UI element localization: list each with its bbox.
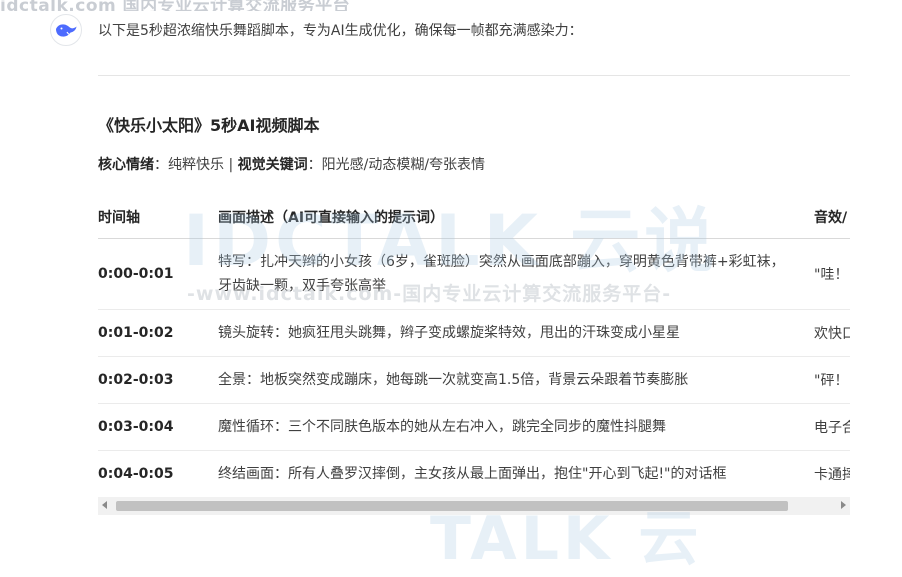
table-row: 0:01-0:02 镜头旋转：她疯狂甩头跳舞，辫子变成螺旋桨特效，甩出的汗珠变成… — [98, 309, 850, 357]
scrollbar-thumb[interactable] — [116, 501, 788, 511]
header-time: 时间轴 — [98, 195, 218, 239]
row-sound: "哇！ — [814, 238, 850, 310]
assistant-avatar — [50, 14, 82, 46]
row-sound: "砰！ — [814, 356, 850, 404]
section-divider — [98, 75, 850, 76]
keywords-label: 视觉关键词 — [237, 157, 308, 173]
row-sound: 电子合 — [814, 403, 850, 451]
row-description: 魔性循环：三个不同肤色版本的她从左右冲入，跳完全同步的魔性抖腿舞 — [218, 403, 814, 451]
emotion-label: 核心情绪 — [98, 157, 154, 173]
row-description: 特写：扎冲天辫的小女孩（6岁，雀斑脸）突然从画面底部蹦入，穿明黄色背带裤+彩虹袜… — [218, 238, 814, 310]
scroll-left-arrow-icon[interactable] — [102, 501, 107, 509]
scroll-right-arrow-icon[interactable] — [841, 501, 846, 509]
table-header-row: 时间轴 画面描述（AI可直接输入的提示词） 音效/ — [98, 195, 850, 239]
row-time: 0:00-0:01 — [98, 238, 218, 310]
header-description: 画面描述（AI可直接输入的提示词） — [218, 195, 814, 239]
script-table-container[interactable]: 时间轴 画面描述（AI可直接输入的提示词） 音效/ 0:00-0:01 特写：扎… — [98, 195, 850, 495]
row-description: 镜头旋转：她疯狂甩头跳舞，辫子变成螺旋桨特效，甩出的汗珠变成小星星 — [218, 309, 814, 357]
top-watermark: idctalk.com 国内专业云计算交流服务平台 — [0, 0, 351, 11]
keywords-value: 阳光感/动态模糊/夸张表情 — [321, 157, 486, 173]
table-row: 0:00-0:01 特写：扎冲天辫的小女孩（6岁，雀斑脸）突然从画面底部蹦入，穿… — [98, 238, 850, 310]
intro-text: 以下是5秒超浓缩快乐舞蹈脚本，专为AI生成优化，确保每一帧都充满感染力： — [98, 23, 583, 39]
row-time: 0:03-0:04 — [98, 403, 218, 451]
row-sound: 卡通摔 — [814, 450, 850, 495]
horizontal-scrollbar[interactable] — [98, 497, 850, 515]
row-time: 0:04-0:05 — [98, 450, 218, 495]
summary-separator: | — [228, 157, 234, 173]
table-row: 0:04-0:05 终结画面：所有人叠罗汉摔倒，主女孩从最上面弹出，抱住"开心到… — [98, 450, 850, 495]
whale-logo-icon — [56, 24, 77, 37]
header-sound: 音效/ — [814, 195, 850, 239]
row-sound: 欢快口 — [814, 309, 850, 357]
row-description: 全景：地板突然变成蹦床，她每跳一次就变高1.5倍，背景云朵跟着节奏膨胀 — [218, 356, 814, 404]
emotion-value: 纯粹快乐 — [168, 157, 224, 173]
table-row: 0:03-0:04 魔性循环：三个不同肤色版本的她从左右冲入，跳完全同步的魔性抖… — [98, 403, 850, 451]
table-row: 0:02-0:03 全景：地板突然变成蹦床，她每跳一次就变高1.5倍，背景云朵跟… — [98, 356, 850, 404]
script-summary: 核心情绪：纯粹快乐 | 视觉关键词：阳光感/动态模糊/夸张表情 — [98, 157, 486, 173]
row-time: 0:01-0:02 — [98, 309, 218, 357]
row-description: 终结画面：所有人叠罗汉摔倒，主女孩从最上面弹出，抱住"开心到飞起!"的对话框 — [218, 450, 814, 495]
row-time: 0:02-0:03 — [98, 356, 218, 404]
script-table: 时间轴 画面描述（AI可直接输入的提示词） 音效/ 0:00-0:01 特写：扎… — [98, 195, 850, 495]
script-title: 《快乐小太阳》5秒AI视频脚本 — [98, 116, 320, 135]
